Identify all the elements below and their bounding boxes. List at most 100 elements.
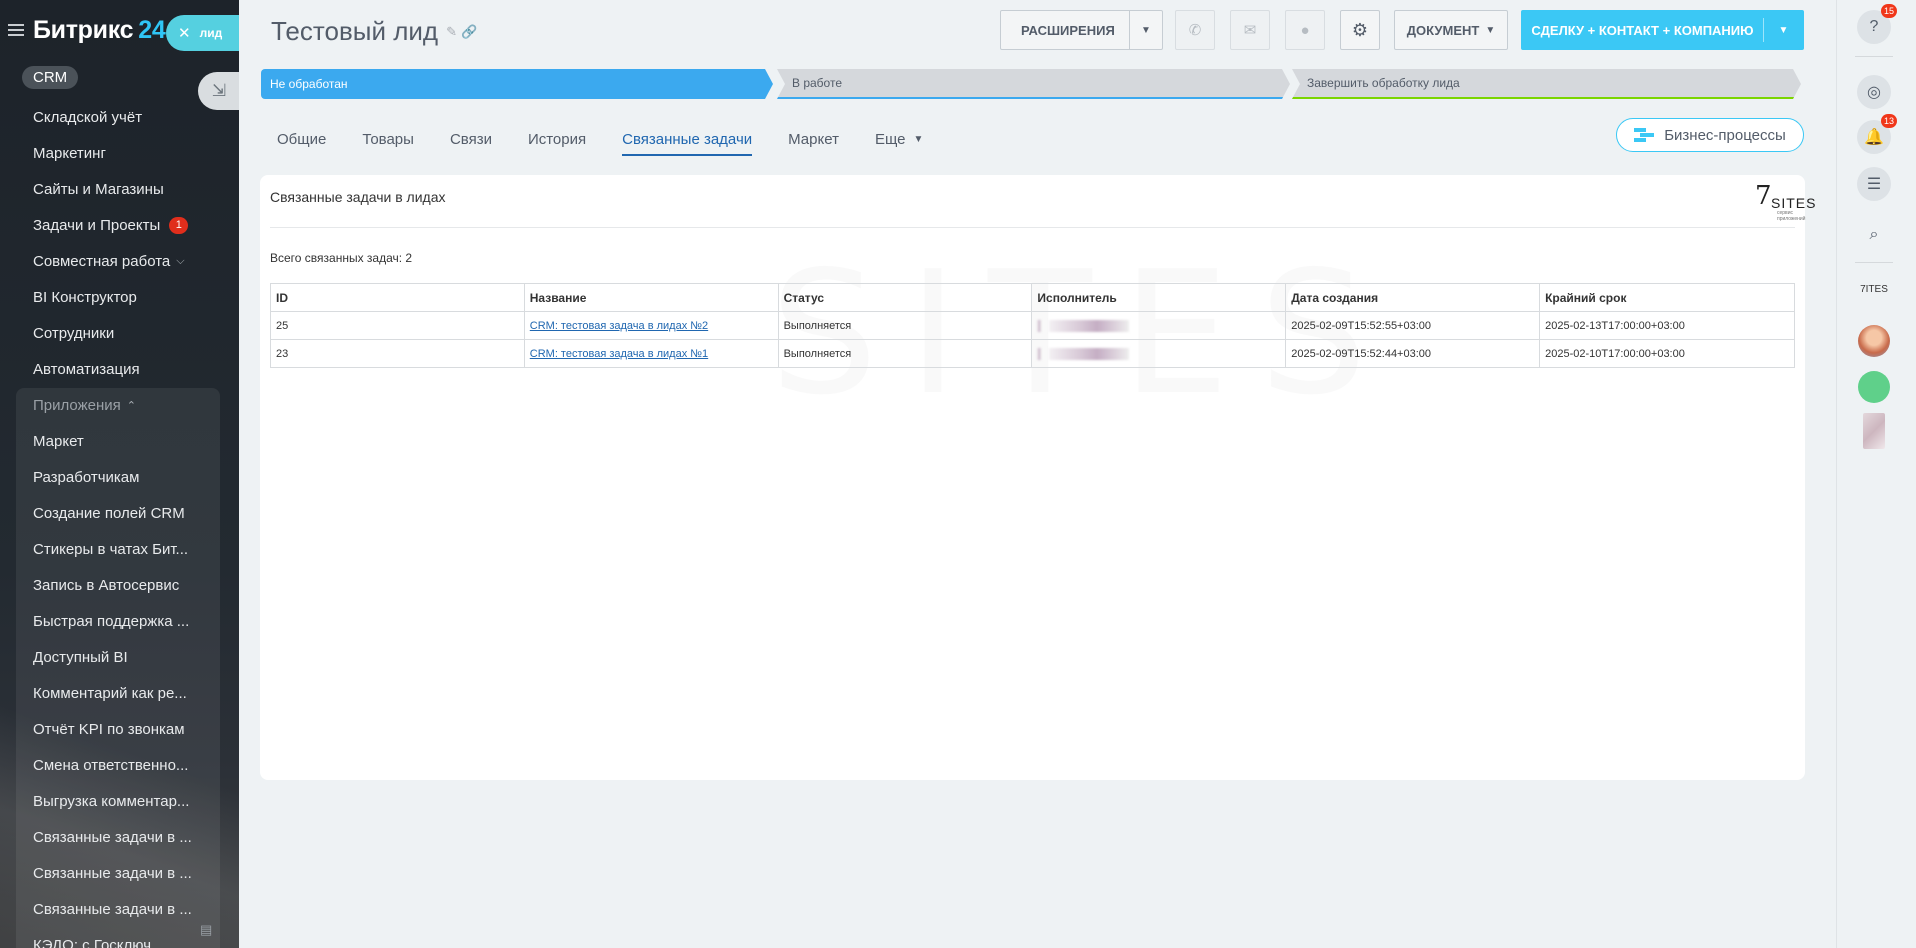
gear-icon: ⚙ (1351, 19, 1369, 40)
sidebar-item-sites[interactable]: Сайты и Магазины (0, 171, 239, 207)
sidebar-item-label: Задачи и Проекты (33, 216, 161, 234)
trash-icon[interactable]: ▤ (200, 922, 214, 937)
tab-general[interactable]: Общие (277, 124, 326, 154)
messenger-button[interactable]: ☰ (1857, 167, 1891, 201)
total-count: Всего связанных задач: 2 (270, 251, 413, 265)
task-id: 25 (270, 311, 525, 340)
document-label: ДОКУМЕНТ (1406, 22, 1480, 38)
chat-bubble-icon: ☰ (1866, 176, 1882, 193)
chevron-down-icon: ▼ (1485, 24, 1496, 36)
column-header: Исполнитель (1031, 283, 1287, 312)
help-button[interactable]: ? 15 (1857, 4, 1897, 44)
stage-new[interactable]: Не обработан (261, 69, 773, 99)
sidebar-app-item[interactable]: Создание полей CRM (0, 495, 239, 531)
table-header-row: ID Название Статус Исполнитель Дата созд… (270, 283, 1795, 312)
assignee-avatar (1037, 319, 1042, 332)
divider (270, 227, 1795, 228)
stage-label: Не обработан (270, 77, 348, 91)
tab-history[interactable]: История (528, 124, 586, 154)
convert-lead-label: СДЕЛКУ + КОНТАКТ + КОМПАНИЮ (1531, 22, 1754, 38)
task-name-cell: CRM: тестовая задача в лидах №2 (523, 311, 779, 340)
tab-related-tasks[interactable]: Связанные задачи (622, 124, 753, 156)
sidebar-item-bi-builder[interactable]: BI Конструктор (0, 279, 239, 315)
menu-burger-icon[interactable] (8, 24, 24, 36)
sidebar-app-item[interactable]: Связанные задачи в ... (0, 855, 239, 891)
notifications-badge: 13 (1880, 114, 1897, 128)
caret-down-icon[interactable]: ▼ (1763, 18, 1803, 42)
sidebar-item-label: BI Конструктор (33, 288, 137, 306)
lead-slider-tab[interactable]: ✕ лид (166, 15, 239, 51)
sidebar-item-apps-header[interactable]: Приложения ⌃ (0, 387, 239, 423)
sidebar-item-employees[interactable]: Сотрудники (0, 315, 239, 351)
tab-products[interactable]: Товары (362, 124, 414, 154)
chevron-down-icon: ▼ (913, 133, 924, 145)
sidebar-item-tasks[interactable]: Задачи и Проекты 1 (0, 207, 239, 243)
copilot-icon: ◎ (1867, 84, 1881, 101)
sidebar-app-item[interactable]: Стикеры в чатах Бит... (0, 531, 239, 567)
app-logo[interactable]: Битрикс 24 (33, 15, 166, 45)
sidebar-app-item[interactable]: Запись в Автосервис (0, 567, 239, 603)
sidebar-app-item[interactable]: Комментарий как ре... (0, 675, 239, 711)
tasks-counter-badge: 1 (169, 216, 189, 234)
app-7sites-button[interactable]: 7ITES (1857, 272, 1891, 306)
left-sidebar: Битрикс 24 ✕ лид CRM ⇲ Складской учёт Мар… (0, 0, 239, 948)
sidebar-item-label: Разработчикам (33, 468, 140, 486)
task-link[interactable]: CRM: тестовая задача в лидах №2 (530, 320, 708, 332)
sidebar-app-item[interactable]: Доступный BI (0, 639, 239, 675)
sidebar-app-item[interactable]: Разработчикам (0, 459, 239, 495)
logo-number: 24 (138, 15, 166, 44)
sidebar-app-item[interactable]: Смена ответственно... (0, 747, 239, 783)
sidebar-app-item[interactable]: Выгрузка комментар... (0, 783, 239, 819)
assignee-name-blurred[interactable] (1049, 319, 1130, 332)
edit-pencil-icon[interactable]: ✎ (446, 24, 457, 40)
copilot-button[interactable]: ◎ (1857, 75, 1891, 109)
caret-down-icon[interactable]: ▼ (1130, 25, 1162, 36)
sidebar-item-warehouse[interactable]: Складской учёт (0, 99, 239, 135)
extensions-button[interactable]: РАСШИРЕНИЯ ▼ (1000, 10, 1163, 50)
app-avatar[interactable] (1858, 371, 1890, 403)
sidebar-app-item[interactable]: Отчёт KPI по звонкам (0, 711, 239, 747)
close-icon[interactable]: ✕ (178, 24, 191, 42)
sidebar-item-label: Маркетинг (33, 144, 106, 162)
question-icon: ? (1869, 18, 1879, 35)
chevron-up-icon: ⌃ (126, 399, 136, 412)
tab-more[interactable]: Еще ▼ (875, 124, 923, 154)
email-button[interactable]: ✉ (1230, 10, 1270, 50)
sidebar-app-item[interactable]: Быстрая поддержка ... (0, 603, 239, 639)
task-link[interactable]: CRM: тестовая задача в лидах №1 (530, 348, 708, 360)
task-deadline: 2025-02-10T17:00:00+03:00 (1539, 339, 1795, 368)
settings-button[interactable]: ⚙ (1340, 10, 1380, 50)
sidebar-app-item[interactable]: Связанные задачи в ... (0, 819, 239, 855)
assignee-name-blurred[interactable] (1049, 347, 1130, 360)
sidebar-app-item[interactable]: Маркет (0, 423, 239, 459)
sidebar-item-label: Комментарий как ре... (33, 684, 187, 702)
task-created: 2025-02-09T15:52:55+03:00 (1285, 311, 1541, 340)
convert-lead-button[interactable]: СДЕЛКУ + КОНТАКТ + КОМПАНИЮ ▼ (1521, 10, 1804, 50)
brand-logo-seven: 7 (1755, 181, 1772, 211)
phone-button[interactable]: ✆ (1175, 10, 1215, 50)
brand-logo: 7 SITES сервис приложений (1753, 181, 1815, 222)
sidebar-item-label: Доступный BI (33, 648, 128, 666)
sidebar-item-automation[interactable]: Автоматизация (0, 351, 239, 387)
tab-relations[interactable]: Связи (450, 124, 492, 154)
crm-chip[interactable]: CRM (22, 66, 79, 89)
sidebar-item-marketing[interactable]: Маркетинг (0, 135, 239, 171)
sidebar-item-collaboration[interactable]: Совместная работа ⌵ (0, 243, 239, 279)
tab-market[interactable]: Маркет (788, 124, 839, 154)
chat-button[interactable]: ● (1285, 10, 1325, 50)
link-icon[interactable]: 🔗 (461, 24, 477, 40)
extensions-label: РАСШИРЕНИЯ (1001, 11, 1130, 49)
notifications-button[interactable]: 🔔 13 (1857, 114, 1897, 154)
sidebar-item-label: Сотрудники (33, 324, 115, 342)
sidebar-item-label: Сайты и Магазины (33, 180, 164, 198)
column-header: Статус (777, 283, 1033, 312)
business-processes-button[interactable]: Бизнес-процессы (1616, 118, 1804, 152)
column-header: Название (523, 283, 779, 312)
entity-tabs: Общие Товары Связи История Связанные зад… (277, 124, 959, 156)
user-avatar[interactable] (1858, 325, 1890, 357)
document-button[interactable]: ДОКУМЕНТ ▼ (1394, 10, 1508, 50)
stage-finish[interactable]: Завершить обработку лида (1292, 69, 1801, 99)
contact-avatar-blurred[interactable] (1863, 413, 1885, 449)
search-button[interactable]: ⌕ (1857, 218, 1891, 252)
stage-in-progress[interactable]: В работе (777, 69, 1290, 99)
